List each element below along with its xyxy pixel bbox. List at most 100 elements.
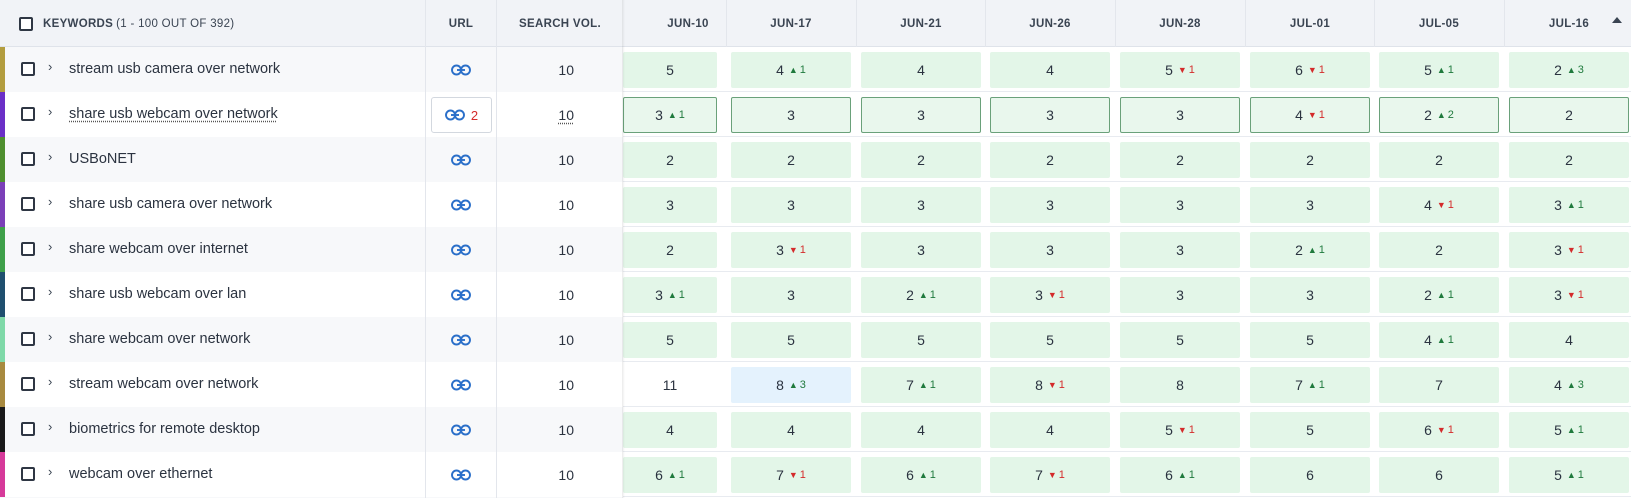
expand-chevron-icon[interactable]: ›	[48, 284, 52, 299]
row-checkbox[interactable]	[21, 287, 35, 304]
keyword-text[interactable]: USBoNET	[69, 151, 136, 167]
rank-position-cell[interactable]: 3	[861, 232, 981, 268]
expand-chevron-icon[interactable]: ›	[48, 149, 52, 164]
table-row[interactable]: › stream usb camera over network 10 5 4 ▲ 1 4 4 5…	[0, 47, 1631, 92]
rank-position-cell[interactable]: 5	[1250, 412, 1370, 448]
rank-position-cell[interactable]: 4 ▲ 3	[1509, 367, 1629, 403]
rank-position-cell[interactable]: 3 ▼ 1	[990, 277, 1110, 313]
rank-position-cell[interactable]: 6 ▲ 1	[623, 457, 717, 493]
rank-position-cell[interactable]: 4	[990, 52, 1110, 88]
rank-position-cell[interactable]: 4 ▼ 1	[1250, 97, 1370, 133]
table-row[interactable]: › stream webcam over network 10 11 8 ▲ 3 7 ▲ 1 8 ▼ 1…	[0, 362, 1631, 407]
rank-position-cell[interactable]: 2	[990, 142, 1110, 178]
rank-position-cell[interactable]: 2	[623, 142, 717, 178]
url-link-button[interactable]	[426, 227, 496, 272]
row-checkbox[interactable]	[21, 107, 35, 124]
rank-position-cell[interactable]: 3 ▼ 1	[731, 232, 851, 268]
keywords-column-header[interactable]: KEYWORDS (1 - 100 OUT OF 392)	[43, 0, 234, 47]
table-row[interactable]: › share usb webcam over network 2 10 3 ▲ 1 3 3 3 3…	[0, 92, 1631, 137]
table-row[interactable]: › webcam over ethernet 10 6 ▲ 1 7 ▼ 1 6 ▲ 1 7 ▼ 1 6 ▲ 1 6 6…	[0, 452, 1631, 497]
url-link-button[interactable]	[426, 362, 496, 407]
rank-position-cell[interactable]: 7 ▼ 1	[990, 457, 1110, 493]
rank-position-cell[interactable]: 7 ▼ 1	[731, 457, 851, 493]
url-link-button[interactable]	[426, 47, 496, 92]
table-row[interactable]: › share usb webcam over lan 10 3 ▲ 1 3 2 ▲ 1 3 ▼ 1 3 3…	[0, 272, 1631, 317]
rank-position-cell[interactable]: 4	[623, 412, 717, 448]
rank-position-cell[interactable]: 3	[731, 97, 851, 133]
search-volume-column-header[interactable]: SEARCH VOL.	[497, 0, 623, 47]
rank-position-cell[interactable]: 3	[1250, 187, 1370, 223]
rank-position-cell[interactable]: 3	[861, 97, 981, 133]
url-link-button[interactable]	[426, 452, 496, 497]
rank-position-cell[interactable]: 2 ▲ 1	[1250, 232, 1370, 268]
rank-position-cell[interactable]: 2 ▲ 2	[1379, 97, 1499, 133]
url-link-button[interactable]	[426, 182, 496, 227]
rank-position-cell[interactable]: 2	[1120, 142, 1240, 178]
row-checkbox[interactable]	[21, 332, 35, 349]
rank-position-cell[interactable]: 8	[1120, 367, 1240, 403]
rank-position-cell[interactable]: 2 ▲ 3	[1509, 52, 1629, 88]
keyword-text[interactable]: share webcam over internet	[69, 241, 248, 257]
rank-position-cell[interactable]: 2	[1509, 142, 1629, 178]
rank-position-cell[interactable]: 5 ▼ 1	[1120, 412, 1240, 448]
row-checkbox[interactable]	[21, 467, 35, 484]
rank-position-cell[interactable]: 6	[1379, 457, 1499, 493]
rank-position-cell[interactable]: 2	[1250, 142, 1370, 178]
url-link-button[interactable]	[426, 137, 496, 182]
rank-position-cell[interactable]: 2	[731, 142, 851, 178]
rank-position-cell[interactable]: 3	[623, 187, 717, 223]
rank-position-cell[interactable]: 8 ▲ 3	[731, 367, 851, 403]
rank-position-cell[interactable]: 5	[990, 322, 1110, 358]
expand-chevron-icon[interactable]: ›	[48, 104, 52, 119]
expand-chevron-icon[interactable]: ›	[48, 239, 52, 254]
rank-position-cell[interactable]: 4	[990, 412, 1110, 448]
keyword-text[interactable]: stream webcam over network	[69, 376, 258, 392]
date-column-header[interactable]: JUN-21	[856, 0, 986, 47]
table-row[interactable]: › USBoNET 10 2 2 2 2 2 2 2 2	[0, 137, 1631, 182]
rank-position-cell[interactable]: 4 ▼ 1	[1379, 187, 1499, 223]
rank-position-cell[interactable]: 5 ▲ 1	[1509, 457, 1629, 493]
rank-position-cell[interactable]: 2	[861, 142, 981, 178]
rank-position-cell[interactable]: 4	[861, 52, 981, 88]
expand-chevron-icon[interactable]: ›	[48, 194, 52, 209]
keyword-text[interactable]: share webcam over network	[69, 331, 250, 347]
keyword-text[interactable]: share usb webcam over network	[69, 106, 278, 122]
rank-position-cell[interactable]: 2 ▲ 1	[1379, 277, 1499, 313]
rank-position-cell[interactable]: 3	[990, 232, 1110, 268]
expand-chevron-icon[interactable]: ›	[48, 419, 52, 434]
expand-chevron-icon[interactable]: ›	[48, 329, 52, 344]
rank-position-cell[interactable]: 5	[1250, 322, 1370, 358]
rank-position-cell[interactable]: 7 ▲ 1	[861, 367, 981, 403]
keyword-text[interactable]: biometrics for remote desktop	[69, 421, 260, 437]
table-row[interactable]: › share usb camera over network 10 3 3 3 3 3 3 4 ▼…	[0, 182, 1631, 227]
table-row[interactable]: › share webcam over network 10 5 5 5 5 5 5 4 ▲ 1 4	[0, 317, 1631, 362]
rank-position-cell[interactable]: 5 ▼ 1	[1120, 52, 1240, 88]
date-column-header[interactable]: JUN-28	[1115, 0, 1245, 47]
date-column-header[interactable]: JUN-17	[726, 0, 856, 47]
rank-position-cell[interactable]: 4 ▲ 1	[731, 52, 851, 88]
rank-position-cell[interactable]: 7	[1379, 367, 1499, 403]
table-row[interactable]: › share webcam over internet 10 2 3 ▼ 1 3 3 3 2 ▲ 1 2…	[0, 227, 1631, 272]
sort-asc-icon[interactable]	[1612, 17, 1622, 23]
rank-position-cell[interactable]: 3	[1250, 277, 1370, 313]
expand-chevron-icon[interactable]: ›	[48, 464, 52, 479]
expand-chevron-icon[interactable]: ›	[48, 374, 52, 389]
rank-position-cell[interactable]: 3 ▼ 1	[1509, 277, 1629, 313]
expand-chevron-icon[interactable]: ›	[48, 59, 52, 74]
rank-position-cell[interactable]: 5	[623, 322, 717, 358]
keyword-text[interactable]: webcam over ethernet	[69, 466, 212, 482]
url-link-button[interactable]	[426, 272, 496, 317]
row-checkbox[interactable]	[21, 62, 35, 79]
rank-position-cell[interactable]: 3	[861, 187, 981, 223]
rank-position-cell[interactable]: 3	[1120, 232, 1240, 268]
rank-position-cell[interactable]: 6	[1250, 457, 1370, 493]
rank-position-cell[interactable]: 7 ▲ 1	[1250, 367, 1370, 403]
url-column-header[interactable]: URL	[426, 0, 496, 47]
rank-position-cell[interactable]: 3	[731, 187, 851, 223]
keyword-text[interactable]: stream usb camera over network	[69, 61, 280, 77]
rank-position-cell[interactable]: 3	[990, 97, 1110, 133]
rank-position-cell[interactable]: 4	[1509, 322, 1629, 358]
rank-position-cell[interactable]: 6 ▲ 1	[1120, 457, 1240, 493]
rank-position-cell[interactable]: 6 ▲ 1	[861, 457, 981, 493]
rank-position-cell[interactable]: 5 ▲ 1	[1379, 52, 1499, 88]
